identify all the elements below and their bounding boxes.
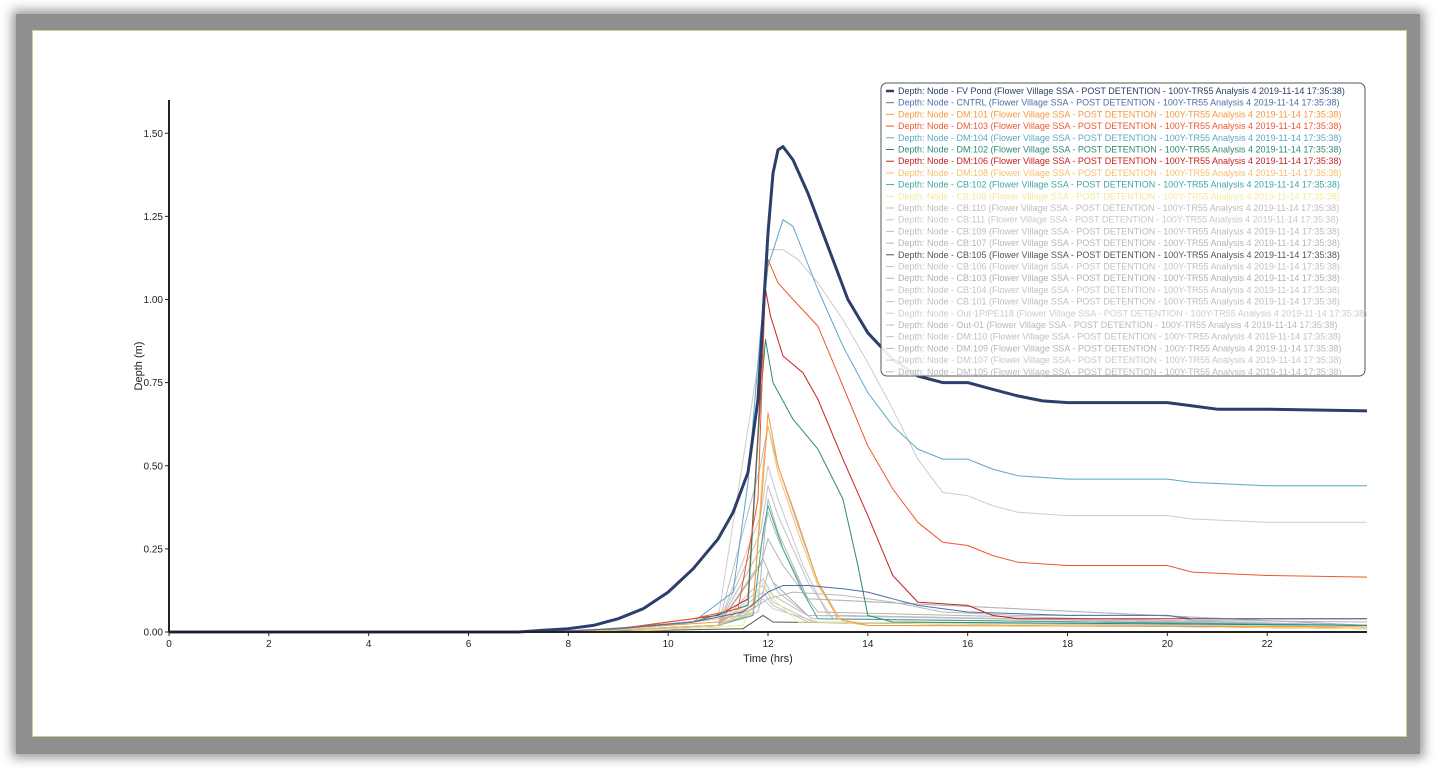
legend-entry[interactable]: Depth: Node - DM:105 (Flower Village SSA…: [898, 367, 1341, 377]
legend-entry[interactable]: Depth: Node - DM:106 (Flower Village SSA…: [898, 156, 1341, 166]
legend-entry[interactable]: Depth: Node - CB:101 (Flower Village SSA…: [898, 297, 1340, 307]
legend-entry[interactable]: Depth: Node - Out-01 (Flower Village SSA…: [898, 320, 1337, 330]
legend-entry[interactable]: Depth: Node - CB:109 (Flower Village SSA…: [898, 226, 1340, 236]
y-tick-label: 1.25: [144, 212, 164, 223]
x-tick-label: 2: [266, 639, 272, 650]
x-tick-label: 20: [1162, 639, 1174, 650]
legend-entry[interactable]: Depth: Node - CB:104 (Flower Village SSA…: [898, 285, 1340, 295]
legend-entry[interactable]: Depth: Node - CB:102 (Flower Village SSA…: [898, 180, 1340, 190]
legend-entry[interactable]: Depth: Node - FV Pond (Flower Village SS…: [898, 86, 1345, 96]
series-line-23: [169, 465, 1368, 633]
y-tick-label: 0.50: [144, 461, 164, 472]
x-tick-label: 8: [566, 639, 572, 650]
legend-entry[interactable]: Depth: Node - CB:110 (Flower Village SSA…: [898, 203, 1339, 213]
x-tick-label: 14: [862, 639, 874, 650]
x-axis-title: Time (hrs): [743, 653, 793, 665]
legend-entry[interactable]: Depth: Node - Out-1PIPE118 (Flower Villa…: [898, 308, 1367, 318]
series-line-12: [169, 425, 1368, 633]
y-tick-label: 0.00: [144, 628, 164, 639]
legend-entry[interactable]: Depth: Node - CB:103 (Flower Village SSA…: [898, 273, 1340, 283]
legend-entry[interactable]: Depth: Node - CB:108 (Flower Village SSA…: [898, 191, 1340, 201]
x-tick-label: 10: [663, 639, 675, 650]
legend-entry[interactable]: Depth: Node - CB:105 (Flower Village SSA…: [898, 250, 1340, 260]
depth-chart: 0 2 4 6 8 10 12 14 16 18 20 22 0.00 0.25 0.50 0.75 1.00…: [133, 82, 1368, 665]
x-tick-label: 16: [962, 639, 974, 650]
y-tick-label: 1.00: [144, 295, 164, 306]
series-line-8: [169, 505, 1368, 633]
x-tick-label: 0: [166, 639, 172, 650]
legend-entry[interactable]: Depth: Node - CB:106 (Flower Village SSA…: [898, 262, 1340, 272]
x-tick-label: 18: [1062, 639, 1074, 650]
series-line-13: [169, 498, 1368, 633]
x-tick-label: 6: [466, 639, 472, 650]
legend[interactable]: Depth: Node - FV Pond (Flower Village SS…: [880, 82, 1367, 377]
y-ticks: 0.00 0.25 0.50 0.75 1.00 1.25 1.50: [144, 129, 169, 639]
legend-entry[interactable]: Depth: Node - DM:103 (Flower Village SSA…: [898, 121, 1341, 131]
legend-entry[interactable]: Depth: Node - DM:110 (Flower Village SSA…: [898, 332, 1341, 342]
x-tick-label: 4: [366, 639, 372, 650]
legend-entry[interactable]: Depth: Node - DM:102 (Flower Village SSA…: [898, 145, 1341, 155]
legend-entry[interactable]: Depth: Node - DM:108 (Flower Village SSA…: [898, 168, 1341, 178]
legend-entry[interactable]: Depth: Node - DM:109 (Flower Village SSA…: [898, 343, 1341, 353]
legend-entry[interactable]: Depth: Node - CB:111 (Flower Village SSA…: [898, 215, 1339, 225]
y-axis-title: Depth (m): [133, 342, 145, 391]
y-tick-label: 0.25: [144, 544, 164, 555]
series-line-7: [169, 425, 1368, 633]
legend-entry[interactable]: Depth: Node - CNTRL (Flower Village SSA …: [898, 98, 1340, 108]
legend-entry[interactable]: Depth: Node - DM:104 (Flower Village SSA…: [898, 133, 1341, 143]
legend-entry[interactable]: Depth: Node - DM:107 (Flower Village SSA…: [898, 355, 1341, 365]
legend-entry[interactable]: Depth: Node - CB:107 (Flower Village SSA…: [898, 238, 1340, 248]
y-tick-label: 1.50: [144, 129, 164, 140]
legend-entry[interactable]: Depth: Node - DM:101 (Flower Village SSA…: [898, 109, 1341, 119]
x-tick-label: 12: [762, 639, 774, 650]
x-tick-label: 22: [1262, 639, 1274, 650]
y-tick-label: 0.75: [144, 378, 164, 389]
x-ticks: 0 2 4 6 8 10 12 14 16 18 20 22: [166, 632, 1273, 650]
